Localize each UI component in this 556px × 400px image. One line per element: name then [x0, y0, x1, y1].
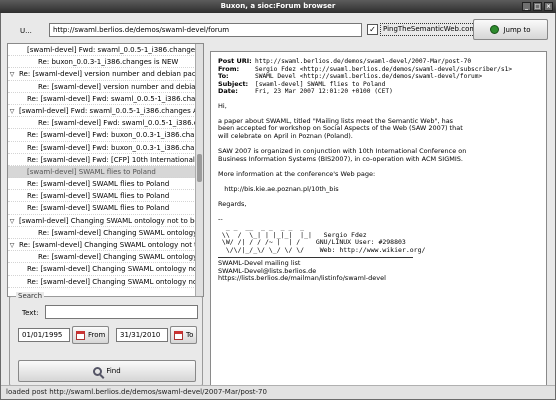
uri-label: U... — [20, 27, 32, 35]
tree-row[interactable]: Re: [swaml-devel] Changing SWAML ontolog… — [8, 227, 196, 239]
header-value: Sergio Fdez <http://swaml.berlios.de/dem… — [255, 65, 513, 73]
tree-row-label: [swaml-devel] Changing SWAML ontology no… — [19, 216, 196, 225]
message-signature: _ _ __ _ _ _ _ _ \\ / \_| | |_|_| |_| Se… — [221, 223, 426, 254]
minimize-icon[interactable]: _ — [522, 2, 531, 11]
mailing-list-footer: SWAML-Devel mailing list SWAML-Devel@lis… — [218, 259, 386, 283]
window-titlebar: Buxon, a sioc:Forum browser _ □ × — [0, 0, 556, 13]
tree-row-label: [swaml-devel] Fwd: swaml_0.0.5-1_i386.ch… — [27, 46, 196, 54]
header-value: [swaml-devel] SWAML flies to Poland — [255, 80, 386, 88]
header-key: Date: — [218, 87, 238, 95]
tree-row[interactable]: ▽ [swaml-devel] Changing SWAML ontology n… — [8, 215, 196, 227]
tree-row-label: Re: [swaml-devel] Changing SWAML ontolog… — [19, 241, 196, 249]
tree-row[interactable]: Re: [swaml-devel] Fwd: swaml_0.0.5-1_i38… — [8, 93, 196, 105]
tree-row[interactable]: Re: buxon_0.0.3-1_i386.changes is NEW — [8, 56, 196, 69]
tree-row-label: Re: [swaml-devel] Changing SWAML ontolog… — [27, 277, 196, 286]
tree-row[interactable]: Re: [swaml-devel] Changing SWAML ontolog… — [8, 251, 196, 264]
tree-row-label: Re: [swaml-devel] Fwd: swaml_0.0.5-1_i38… — [27, 94, 196, 103]
jump-to-button[interactable]: Jump to — [473, 19, 548, 40]
tree-row[interactable]: Re: [swaml-devel] Fwd: [CFP] 10th Intern… — [8, 154, 196, 166]
calendar-icon — [174, 330, 183, 340]
expander-icon[interactable]: ▽ — [8, 106, 16, 116]
main-window: U... http://swaml.berlios.de/demos/swaml… — [0, 13, 556, 400]
from-date-button[interactable]: From — [72, 326, 110, 344]
search-text-input[interactable] — [45, 305, 198, 319]
find-button[interactable]: Find — [18, 360, 196, 382]
tree-row[interactable]: Re: [swaml-devel] SWAML flies to Poland — [8, 190, 196, 203]
tree-row-label: Re: [swaml-devel] Fwd: [CFP] 10th Intern… — [27, 155, 196, 164]
tree-row-label: [swaml-devel] Fwd: swaml_0.0.5-1_i386.ch… — [19, 106, 196, 115]
tree-row-label: [swaml-devel] SWAML flies to Poland — [27, 167, 156, 176]
to-label: To — [186, 331, 194, 339]
window-title: Buxon, a sioc:Forum browser — [220, 2, 336, 10]
post-tree[interactable]: [swaml-devel] Fwd: swaml_0.0.5-1_i386.ch… — [7, 43, 204, 297]
header-line: Date: Fri, 23 Mar 2007 12:01:20 +0100 (CE… — [218, 87, 539, 96]
header-line: To: SWAML Devel <http://swaml.berlios.de/… — [218, 72, 539, 81]
tree-scrollbar-thumb[interactable] — [197, 154, 202, 182]
status-bar: loaded post http://swaml.berlios.de/demo… — [1, 385, 555, 399]
find-label: Find — [106, 367, 121, 375]
tree-row[interactable]: [swaml-devel] SWAML flies to Poland — [8, 165, 196, 179]
tree-scrollbar[interactable] — [195, 44, 203, 296]
header-line: Subject: [swaml-devel] SWAML flies to Pol… — [218, 80, 539, 89]
window-controls: _ □ × — [522, 2, 553, 11]
calendar-icon — [76, 330, 85, 340]
tree-row[interactable]: Re: [swaml-devel] Fwd: buxon_0.0.3-1_i38… — [8, 142, 196, 154]
post-tree-rows: [swaml-devel] Fwd: swaml_0.0.5-1_i386.ch… — [8, 44, 196, 288]
jump-to-label: Jump to — [503, 25, 531, 34]
search-panel: Search Text: 01/01/1995 From 31/31/2010 … — [9, 292, 203, 386]
expander-icon[interactable]: ▽ — [8, 69, 16, 79]
from-date-input[interactable]: 01/01/1995 — [18, 328, 70, 342]
tree-row-label: Re: [swaml-devel] SWAML flies to Poland — [27, 192, 170, 201]
tree-row[interactable]: Re: [swaml-devel] SWAML flies to Poland — [8, 202, 196, 215]
tree-row-label: Re: buxon_0.0.3-1_i386.changes is NEW — [38, 58, 179, 67]
search-icon — [93, 366, 103, 376]
tree-row-label: Re: [swaml-devel] Fwd: swaml_0.0.5-1_i38… — [38, 119, 196, 128]
tree-row[interactable]: Re: [swaml-devel] version number and deb… — [8, 81, 196, 93]
header-value: http://swaml.berlios.de/demos/swaml-deve… — [255, 58, 472, 65]
search-text-label: Text: — [22, 309, 39, 317]
header-value: SWAML Devel <http://swaml.berlios.de/dem… — [255, 73, 483, 80]
tree-row[interactable]: ▽ Re: [swaml-devel] version number and de… — [8, 68, 196, 81]
maximize-icon[interactable]: □ — [533, 2, 542, 11]
message-viewer[interactable]: Post URI: http://swaml.berlios.de/demos/s… — [210, 51, 547, 386]
signature-divider — [218, 257, 413, 258]
header-value: Fri, 23 Mar 2007 12:01:20 +0100 (CET) — [255, 88, 393, 95]
tree-row[interactable]: ▽ [swaml-devel] Fwd: swaml_0.0.5-1_i386.c… — [8, 105, 196, 118]
tree-row-label: Re: [swaml-devel] version number and deb… — [19, 70, 196, 79]
tree-row-label: Re: [swaml-devel] Fwd: buxon_0.0.3-1_i38… — [27, 131, 196, 140]
search-legend: Search — [16, 292, 45, 300]
tree-row-label: Re: [swaml-devel] Fwd: buxon_0.0.3-1_i38… — [27, 143, 196, 152]
tree-row[interactable]: Re: [swaml-devel] Fwd: swaml_0.0.5-1_i38… — [8, 117, 196, 130]
expander-icon[interactable]: ▽ — [8, 240, 16, 250]
expander-icon[interactable]: ▽ — [8, 216, 16, 226]
message-body: Hi, a paper about SWAML, titled "Mailing… — [218, 101, 467, 224]
ping-label[interactable]: PingTheSemanticWeb.com — [380, 23, 480, 36]
header-line: From: Sergio Fdez <http://swaml.berlios.d… — [218, 65, 539, 74]
tree-row[interactable]: ▽ Re: [swaml-devel] Changing SWAML ontolo… — [8, 239, 196, 252]
tree-row[interactable]: Re: [swaml-devel] SWAML flies to Poland — [8, 178, 196, 191]
tree-row-label: Re: [swaml-devel] SWAML flies to Poland — [27, 180, 170, 189]
go-icon — [490, 25, 500, 34]
tree-row-label: Re: [swaml-devel] Changing SWAML ontolog… — [38, 228, 196, 237]
to-date-input[interactable]: 31/31/2010 — [116, 328, 168, 342]
tree-row[interactable]: Re: [swaml-devel] Changing SWAML ontolog… — [8, 263, 196, 276]
ping-checkbox[interactable]: ✓ — [367, 24, 378, 35]
header-line: Post URI: http://swaml.berlios.de/demos/s… — [218, 57, 539, 66]
tree-row[interactable]: Re: [swaml-devel] Changing SWAML ontolog… — [8, 276, 196, 288]
close-icon[interactable]: × — [544, 2, 553, 11]
uri-input[interactable]: http://swaml.berlios.de/demos/swaml-deve… — [49, 23, 362, 37]
tree-row-label: Re: [swaml-devel] Changing SWAML ontolog… — [38, 253, 196, 262]
tree-row-label: Re: [swaml-devel] version number and deb… — [38, 82, 196, 91]
tree-row[interactable]: [swaml-devel] Fwd: swaml_0.0.5-1_i386.ch… — [8, 44, 196, 57]
tree-row-label: Re: [swaml-devel] SWAML flies to Poland — [27, 204, 170, 213]
tree-row-label: Re: [swaml-devel] Changing SWAML ontolog… — [27, 265, 196, 274]
from-label: From — [88, 331, 106, 339]
message-headers: Post URI: http://swaml.berlios.de/demos/s… — [218, 57, 539, 96]
to-date-button[interactable]: To — [170, 326, 198, 344]
tree-row[interactable]: Re: [swaml-devel] Fwd: buxon_0.0.3-1_i38… — [8, 129, 196, 142]
